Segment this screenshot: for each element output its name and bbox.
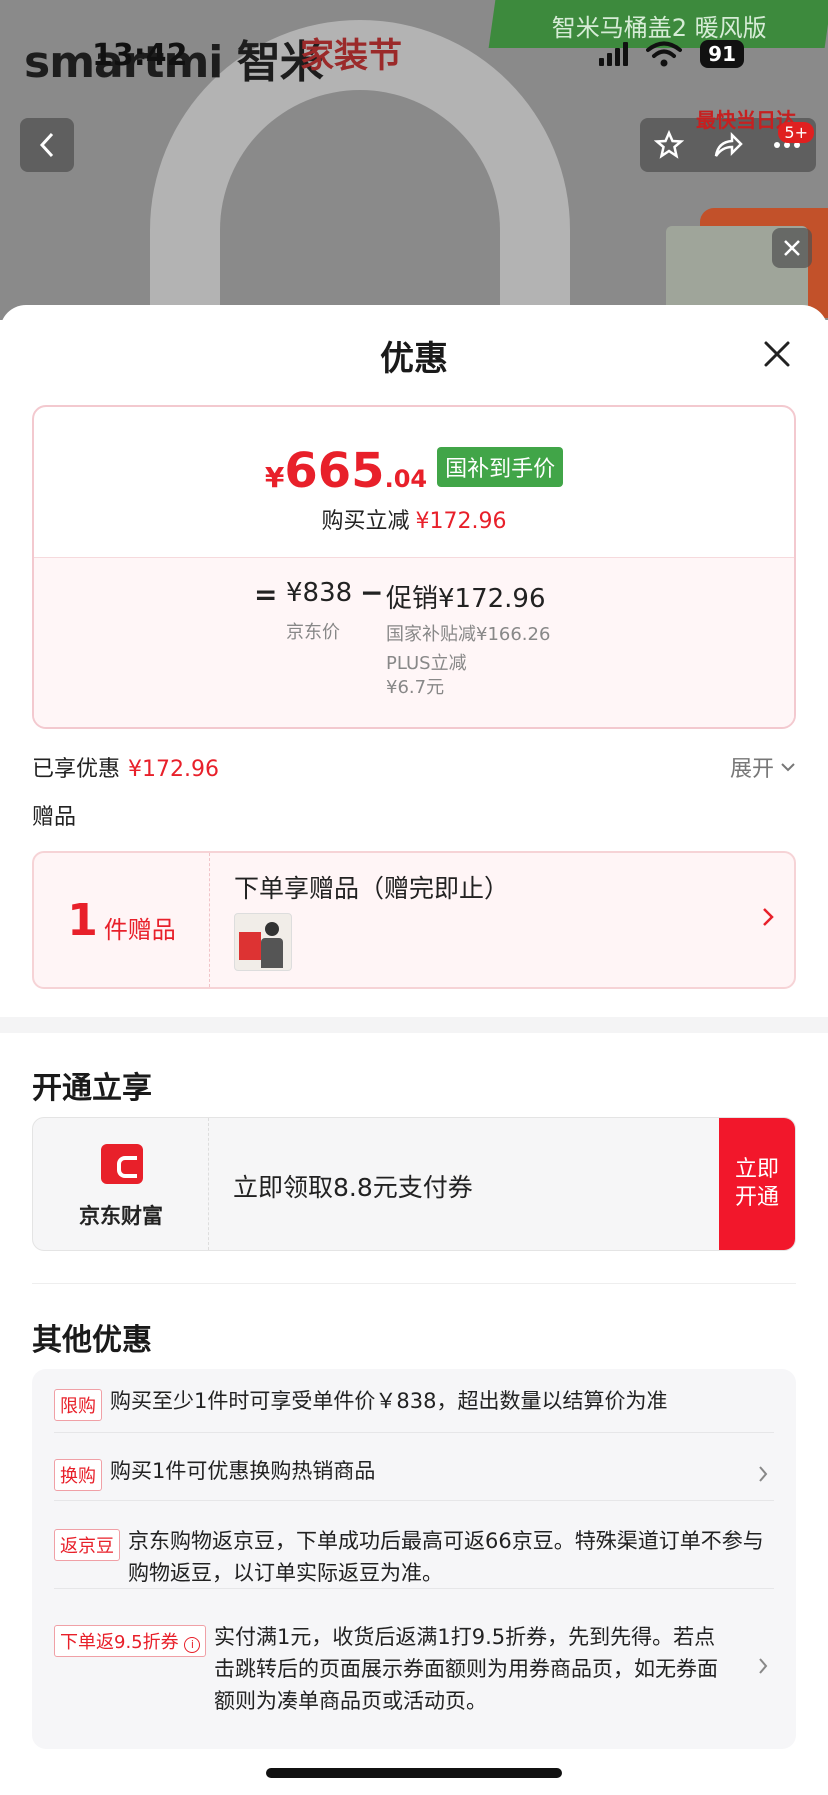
jd-beans-tag: 返京豆 (54, 1529, 120, 1561)
other-discounts-list: 限购 购买至少1件时可享受单件价￥838，超出数量以结算价为准 换购 购买1件可… (32, 1369, 796, 1749)
chevron-right-icon (763, 908, 774, 926)
close-icon[interactable] (760, 337, 794, 371)
jd-finance-card: 京东财富 立即领取8.8元支付券 立即开通 (32, 1117, 796, 1251)
list-item[interactable]: 下单返9.5折券 i 实付满1元，收货后返满1打9.5折券，先到先得。若点击跳转… (54, 1617, 774, 1717)
info-icon: i (184, 1637, 201, 1653)
chevron-down-icon (781, 763, 795, 772)
festival-logo: 家装节 (300, 36, 402, 76)
sheet-title: 优惠 (380, 339, 448, 379)
list-item: 限购 购买至少1件时可享受单件价￥838，超出数量以结算价为准 (54, 1387, 774, 1433)
gift-card[interactable]: 1 件赠品 下单享赠品（赠完即止） (32, 851, 796, 989)
gov-subsidy-detail: 国家补贴减¥166.26 (386, 624, 551, 645)
finance-brand: 京东财富 (79, 1204, 163, 1228)
share-icon[interactable] (712, 130, 744, 160)
coupon-tag: 下单返9.5折券 i (54, 1625, 207, 1657)
product-page-background: 智米马桶盖2 暖风版 smartmi 智米 家装节 13:42 91 最快当日达… (0, 0, 828, 320)
gift-title: 下单享赠品（赠完即止） (234, 874, 510, 903)
gift-thumbnail (234, 913, 292, 971)
status-icons: 91 (599, 40, 744, 68)
expand-button[interactable]: 展开 (730, 751, 796, 783)
notification-badge: 5+ (778, 122, 814, 143)
exchange-tag: 换购 (54, 1459, 102, 1491)
wallet-icon (101, 1144, 143, 1184)
jd-price-value: ¥838 (286, 578, 353, 608)
status-time: 13:42 (92, 38, 188, 73)
limit-tag: 限购 (54, 1389, 102, 1421)
instant-discount: 购买立减 ¥172.96 (321, 509, 507, 534)
list-item: 返京豆 京东购物返京豆，下单成功后最高可返66京豆。特殊渠道订单不参与购物返豆，… (54, 1519, 774, 1589)
payment-coupon-text: 立即领取8.8元支付券 (233, 1173, 473, 1202)
chevron-right-icon (759, 1658, 768, 1674)
open-section-title: 开通立享 (32, 1071, 152, 1106)
price-breakdown-card: ¥ 665 .04 国补到手价 购买立减 ¥172.96 = ¥838 京东价 −… (32, 405, 796, 729)
section-divider (0, 1017, 828, 1033)
jd-price-label: 京东价 (286, 622, 340, 643)
star-icon[interactable] (654, 130, 684, 160)
price-formula: = ¥838 京东价 − 促销¥172.96 国家补贴减¥166.26 PLUS… (34, 557, 794, 727)
discount-sheet: 优惠 ¥ 665 .04 国补到手价 购买立减 ¥172.96 = ¥838 京东… (0, 305, 828, 1795)
back-button[interactable] (20, 118, 74, 172)
enjoyed-discount: 已享优惠 ¥172.96 (32, 757, 219, 782)
list-item[interactable]: 换购 购买1件可优惠换购热销商品 (54, 1451, 774, 1501)
section-divider (32, 1283, 796, 1284)
wifi-icon (646, 41, 683, 67)
promo-value: 促销¥172.96 (386, 584, 546, 614)
gov-subsidy-tag: 国补到手价 (437, 447, 564, 487)
gift-count: 1 件赠品 (34, 853, 210, 987)
chevron-right-icon (759, 1466, 768, 1482)
final-price: ¥ 665 .04 国补到手价 (34, 443, 794, 499)
signal-icon (599, 42, 629, 66)
close-icon (784, 240, 800, 256)
plus-discount-detail: PLUS立减¥6.7元 (386, 653, 467, 698)
other-section-title: 其他优惠 (32, 1323, 152, 1358)
chevron-left-icon (39, 132, 54, 158)
home-indicator[interactable] (266, 1768, 562, 1778)
battery-indicator: 91 (700, 40, 744, 68)
floating-close-button[interactable] (772, 228, 812, 268)
activate-button[interactable]: 立即开通 (719, 1118, 795, 1250)
gift-section-title: 赠品 (32, 805, 77, 830)
